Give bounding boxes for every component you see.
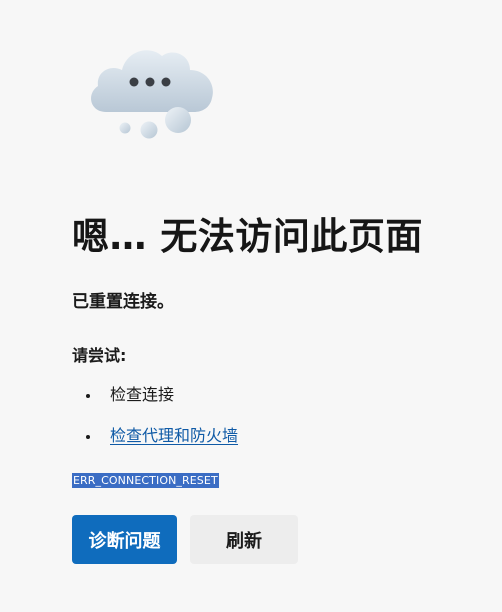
error-subtitle: 已重置连接。 [72,292,174,312]
list-item-check-connection: 检查连接 [72,382,238,423]
bubble-medium [140,121,158,139]
refresh-button[interactable]: 刷新 [190,515,298,564]
suggestion-text: 检查连接 [110,385,175,404]
try-label: 请尝试: [72,346,127,365]
list-item-check-proxy-firewall: 检查代理和防火墙 [72,423,238,464]
diagnose-button[interactable]: 诊断问题 [72,515,177,564]
bubble-small [119,122,131,134]
suggestion-list: 检查连接 检查代理和防火墙 [72,382,238,464]
bubble-large [165,107,191,133]
page-title: 嗯… 无法访问此页面 [72,215,423,258]
error-code: ERR_CONNECTION_RESET [72,473,219,488]
ellipsis-dot-3 [161,77,171,87]
check-proxy-firewall-link[interactable]: 检查代理和防火墙 [110,426,238,445]
ellipsis-dot-1 [129,77,139,87]
cloud-with-ellipsis-icon [91,50,213,139]
ellipsis-dot-2 [145,77,155,87]
